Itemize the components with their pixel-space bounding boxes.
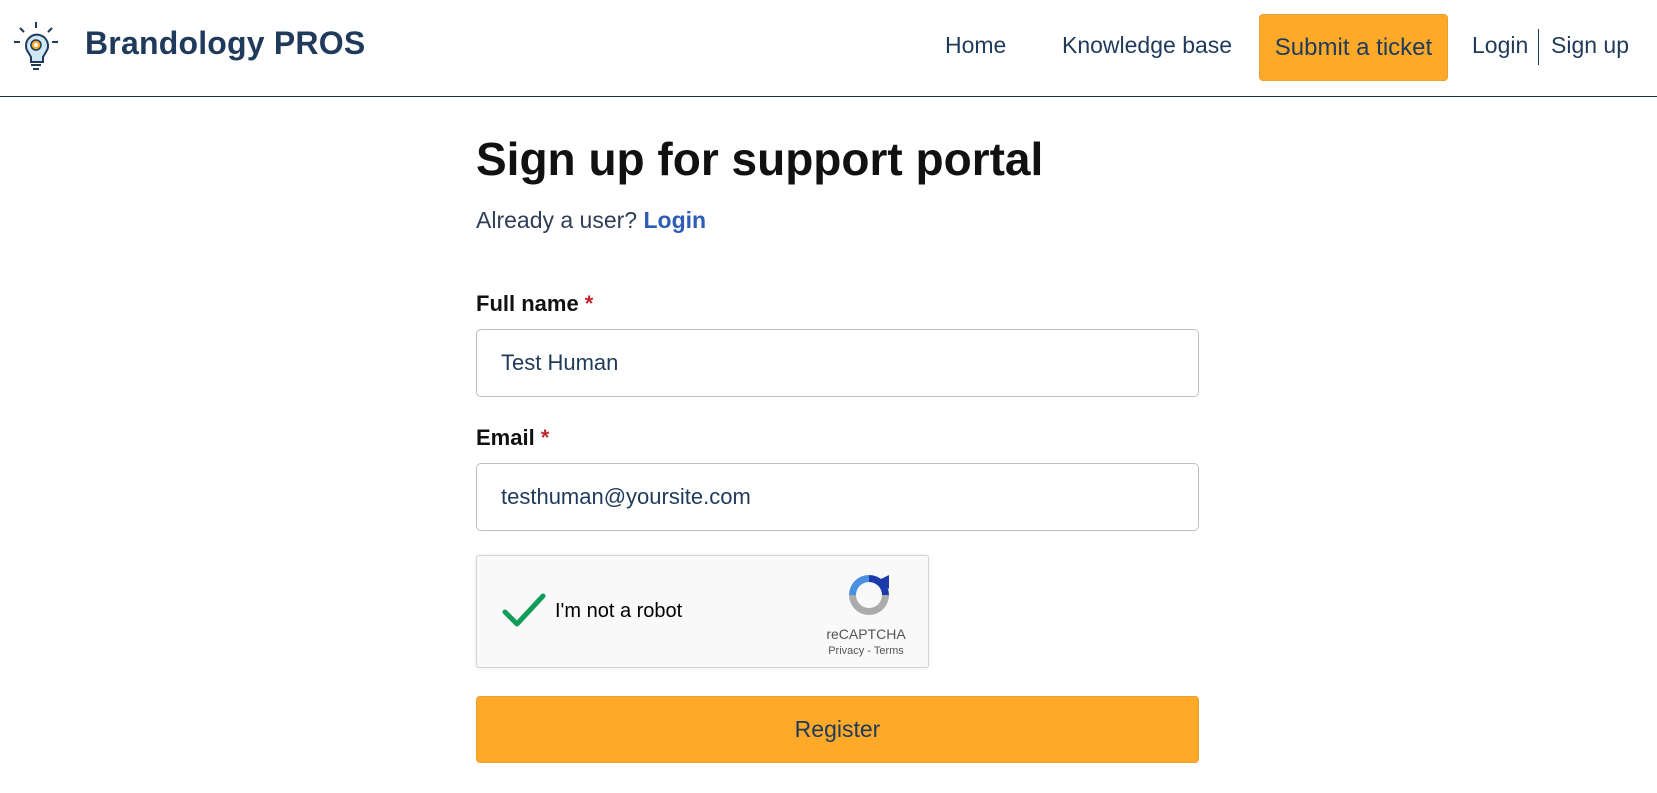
register-button[interactable]: Register bbox=[476, 696, 1199, 763]
full-name-label-text: Full name bbox=[476, 291, 579, 316]
nav-knowledge-base-link[interactable]: Knowledge base bbox=[1062, 32, 1232, 59]
lightbulb-gear-icon[interactable] bbox=[12, 20, 60, 72]
nav-divider bbox=[1538, 29, 1539, 65]
page-title: Sign up for support portal bbox=[476, 133, 1044, 185]
required-marker: * bbox=[540, 425, 550, 450]
full-name-label: Full name * bbox=[476, 291, 593, 317]
recaptcha-privacy-link[interactable]: Privacy bbox=[828, 645, 864, 657]
nav-home-link[interactable]: Home bbox=[945, 32, 1006, 59]
already-user-prefix: Already a user? bbox=[476, 207, 644, 233]
brand-name[interactable]: Brandology PROS bbox=[85, 25, 365, 62]
already-user-text: Already a user? Login bbox=[476, 207, 706, 234]
login-link[interactable]: Login bbox=[643, 207, 706, 233]
recaptcha-label: I'm not a robot bbox=[555, 600, 683, 622]
email-label-text: Email bbox=[476, 425, 535, 450]
recaptcha-links: Privacy - Terms bbox=[806, 645, 926, 657]
required-marker: * bbox=[584, 291, 594, 316]
submit-ticket-button[interactable]: Submit a ticket bbox=[1259, 14, 1448, 81]
email-input[interactable] bbox=[476, 463, 1199, 531]
nav-login-link[interactable]: Login bbox=[1472, 32, 1528, 59]
full-name-input[interactable] bbox=[476, 329, 1199, 397]
recaptcha-logo-icon bbox=[844, 571, 894, 619]
nav-signup-link[interactable]: Sign up bbox=[1551, 32, 1629, 59]
recaptcha-widget: I'm not a robot reCAPTCHA Privacy - Term… bbox=[476, 555, 929, 668]
email-label: Email * bbox=[476, 425, 549, 451]
checkmark-icon[interactable] bbox=[501, 590, 547, 630]
recaptcha-link-separator: - bbox=[864, 645, 874, 657]
recaptcha-brand: reCAPTCHA bbox=[826, 626, 906, 642]
site-header: Brandology PROS Home Knowledge base Subm… bbox=[0, 0, 1657, 97]
recaptcha-terms-link[interactable]: Terms bbox=[874, 645, 904, 657]
